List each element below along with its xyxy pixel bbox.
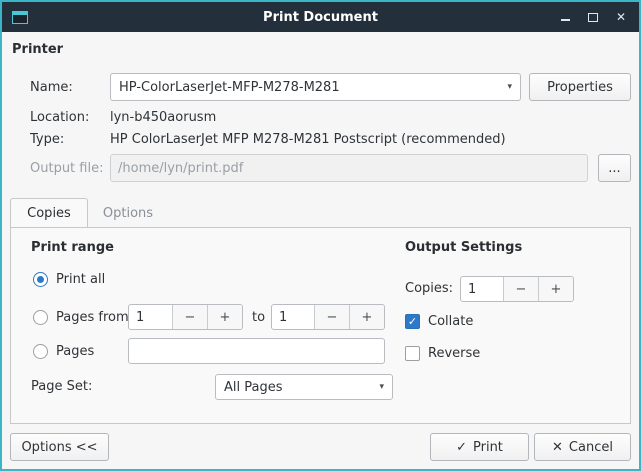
- tab-copies-label: Copies: [27, 206, 71, 221]
- pages-from-minus-button[interactable]: −: [172, 305, 207, 329]
- cancel-button-label: Cancel: [569, 440, 613, 455]
- copies-minus-button[interactable]: −: [503, 277, 538, 301]
- print-all-radio[interactable]: [33, 272, 48, 287]
- pages-to-minus-button[interactable]: −: [314, 305, 349, 329]
- maximize-icon: [588, 13, 598, 22]
- check-icon: ✓: [408, 315, 417, 328]
- close-icon: ✕: [616, 11, 626, 23]
- minimize-button[interactable]: [555, 7, 575, 27]
- print-button[interactable]: ✓ Print: [430, 433, 529, 461]
- pages-from-spinbox: 1 − +: [128, 304, 243, 330]
- reverse-checkbox[interactable]: [405, 346, 420, 361]
- pages-from-plus-button[interactable]: +: [207, 305, 242, 329]
- chevron-down-icon: ▾: [379, 382, 384, 392]
- minimize-icon: [561, 19, 570, 21]
- collate-checkbox[interactable]: ✓: [405, 314, 420, 329]
- tab-bar: Copies Options: [10, 198, 631, 227]
- print-all-label: Print all: [56, 272, 105, 288]
- page-set-select[interactable]: All Pages ▾: [215, 374, 393, 400]
- pages-input[interactable]: [128, 338, 385, 364]
- page-set-value: All Pages: [224, 380, 283, 395]
- printer-type-label: Type:: [30, 129, 64, 149]
- close-icon: ✕: [552, 440, 563, 455]
- printer-section-label: Printer: [12, 42, 63, 57]
- printer-type-value: HP ColorLaserJet MFP M278-M281 Postscrip…: [110, 129, 506, 149]
- collate-label: Collate: [428, 314, 473, 330]
- dialog-content: Printer Name: HP-ColorLaserJet-MFP-M278-…: [2, 32, 639, 469]
- tab-options[interactable]: Options: [88, 198, 168, 226]
- printer-location-label: Location:: [30, 107, 89, 127]
- printer-name-label: Name:: [30, 73, 73, 101]
- output-settings-section-label: Output Settings: [405, 240, 522, 255]
- print-range-section-label: Print range: [31, 240, 114, 255]
- window-controls: ✕: [555, 7, 631, 27]
- printer-location-value: lyn-b450aorusm: [110, 107, 216, 127]
- cancel-button[interactable]: ✕ Cancel: [534, 433, 631, 461]
- maximize-button[interactable]: [583, 7, 603, 27]
- pages-to-value[interactable]: 1: [272, 305, 314, 329]
- reverse-label: Reverse: [428, 346, 480, 362]
- check-icon: ✓: [456, 440, 467, 455]
- options-toggle-button[interactable]: Options <<: [10, 433, 109, 461]
- copies-value[interactable]: 1: [461, 277, 503, 301]
- properties-button[interactable]: Properties: [529, 73, 631, 101]
- copies-spinbox: 1 − +: [460, 276, 574, 302]
- copies-label: Copies:: [405, 281, 453, 297]
- pages-from-value[interactable]: 1: [129, 305, 172, 329]
- pages-to-spinbox: 1 − +: [271, 304, 385, 330]
- pages-label: Pages: [56, 344, 94, 360]
- printer-name-select[interactable]: HP-ColorLaserJet-MFP-M278-M281 ▾: [110, 73, 521, 101]
- copies-plus-button[interactable]: +: [538, 277, 573, 301]
- pages-from-radio[interactable]: [33, 310, 48, 325]
- pages-radio[interactable]: [33, 344, 48, 359]
- tab-copies[interactable]: Copies: [10, 198, 88, 227]
- page-set-label: Page Set:: [31, 379, 92, 395]
- titlebar: Print Document ✕: [2, 2, 639, 32]
- close-button[interactable]: ✕: [611, 7, 631, 27]
- output-file-label: Output file:: [30, 154, 103, 182]
- print-button-label: Print: [473, 440, 503, 455]
- tab-options-label: Options: [103, 206, 153, 221]
- pages-to-label: to: [252, 310, 265, 326]
- window-icon: [12, 11, 28, 24]
- pages-to-plus-button[interactable]: +: [349, 305, 384, 329]
- pages-from-label: Pages from: [56, 310, 129, 326]
- browse-output-file-button[interactable]: ...: [598, 154, 631, 182]
- window-title: Print Document: [2, 10, 639, 25]
- chevron-down-icon: ▾: [507, 82, 512, 92]
- output-file-input: /home/lyn/print.pdf: [110, 154, 588, 182]
- print-dialog-window: Print Document ✕ Printer Name: HP-ColorL…: [0, 0, 641, 471]
- copies-tab-panel: Print range Print all Pages from 1 − + t…: [10, 227, 631, 424]
- printer-name-value: HP-ColorLaserJet-MFP-M278-M281: [119, 80, 340, 95]
